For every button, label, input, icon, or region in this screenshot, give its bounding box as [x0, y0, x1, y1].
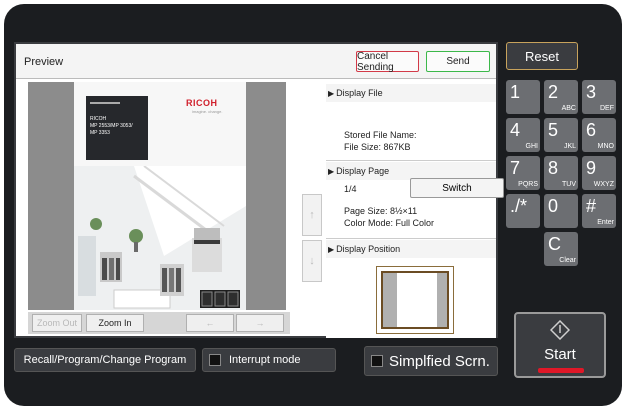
diamond-start-icon: [550, 320, 570, 340]
start-button[interactable]: Start: [514, 312, 606, 378]
display-position-frame[interactable]: [376, 266, 454, 334]
key-4[interactable]: 4 GHI: [506, 118, 540, 152]
key-digit: 0: [548, 196, 559, 216]
key-letters: Enter: [597, 219, 614, 226]
key-digit: 6: [586, 120, 597, 140]
key-letters: GHI: [525, 143, 538, 150]
cover-line: RICOH: [90, 116, 107, 122]
key-6[interactable]: 6 MNO: [582, 118, 616, 152]
key-digit: #: [586, 196, 597, 216]
next-page-button[interactable]: →: [236, 314, 284, 332]
ricoh-logo: RICOH: [186, 98, 218, 108]
moon-icon[interactable]: [596, 8, 616, 28]
key-letters: Clear: [559, 257, 576, 264]
file-size: File Size: 867KB: [344, 142, 411, 152]
key-9[interactable]: 9 WXYZ: [582, 156, 616, 190]
key-digit: 3: [586, 82, 597, 102]
document-page-image: RICOH MP 2553/MP 3053/ MP 3353 RICOH ima…: [74, 82, 246, 310]
zoom-in-button[interactable]: Zoom In: [86, 314, 144, 332]
simplified-screen-button[interactable]: Simplfied Scrn.: [364, 346, 498, 376]
key-digit: 8: [548, 158, 559, 178]
window-title: Preview: [24, 56, 64, 68]
cover-block: RICOH MP 2553/MP 3053/ MP 3353: [86, 96, 148, 160]
key-7[interactable]: 7 PQRS: [506, 156, 540, 190]
key-dot-star[interactable]: ./*: [506, 194, 540, 228]
key-digit: 5: [548, 120, 559, 140]
key-digit: 4: [510, 120, 521, 140]
preview-control-bar: Zoom Out Zoom In ← →: [28, 312, 290, 334]
position-indicator: [381, 271, 449, 329]
simplified-indicator-icon: [371, 355, 383, 367]
divider: [326, 160, 496, 161]
key-digit: 9: [586, 158, 597, 178]
key-clear[interactable]: C Clear: [544, 232, 578, 266]
key-digit: 1: [510, 82, 521, 102]
zoom-out-button[interactable]: Zoom Out: [32, 314, 82, 332]
key-digit: C: [548, 234, 561, 254]
display-page-label: Display Page: [336, 166, 390, 176]
scroll-arrows: ↑ ↓: [302, 194, 322, 286]
recall-program-button[interactable]: Recall/Program/Change Program: [14, 348, 196, 372]
key-8[interactable]: 8 TUV: [544, 156, 578, 190]
page-indicator: 1/4: [344, 184, 357, 194]
ricoh-tagline: imagine. change.: [192, 109, 223, 114]
switch-button[interactable]: Switch: [410, 178, 504, 198]
key-letters: ABC: [561, 105, 576, 112]
cancel-sending-button[interactable]: Cancel Sending: [356, 51, 419, 73]
divider: [326, 238, 496, 239]
key-3[interactable]: 3 DEF: [582, 80, 616, 114]
key-1[interactable]: 1: [506, 80, 540, 114]
key-hash-enter[interactable]: # Enter: [582, 194, 616, 228]
scroll-down-button[interactable]: ↓: [302, 240, 322, 282]
position-page-thumb: [397, 273, 437, 327]
key-0[interactable]: 0: [544, 194, 578, 228]
simplified-screen-label: Simplfied Scrn.: [389, 352, 490, 370]
key-letters: DEF: [600, 105, 614, 112]
page-size: Page Size: 8½×11: [344, 206, 418, 216]
key-letters: MNO: [597, 143, 614, 150]
interrupt-mode-button[interactable]: Interrupt mode: [202, 348, 336, 372]
color-mode: Color Mode: Full Color: [344, 218, 435, 228]
key-digit: 2: [548, 82, 559, 102]
interrupt-mode-label: Interrupt mode: [229, 354, 301, 366]
key-5[interactable]: 5 JKL: [544, 118, 578, 152]
key-digit: ./*: [510, 196, 528, 216]
start-red-indicator: [538, 368, 584, 373]
key-letters: JKL: [563, 143, 576, 150]
key-2[interactable]: 2 ABC: [544, 80, 578, 114]
key-letters: TUV: [562, 181, 576, 188]
display-file-header: ▶ Display File: [326, 84, 496, 102]
start-label: Start: [544, 346, 576, 363]
key-letters: WXYZ: [593, 181, 614, 188]
display-position-label: Display Position: [336, 244, 401, 254]
stored-file-name: Stored File Name:: [344, 130, 417, 140]
info-panel: ▶ Display File Stored File Name: File Siz…: [326, 82, 504, 338]
send-button[interactable]: Send: [426, 51, 490, 72]
key-digit: 7: [510, 158, 521, 178]
cover-line: MP 2553/MP 3053/: [90, 123, 133, 129]
scroll-up-button[interactable]: ↑: [302, 194, 322, 236]
interrupt-indicator-icon: [209, 354, 221, 366]
cover-line: MP 3353: [90, 130, 110, 136]
reset-button[interactable]: Reset: [506, 42, 578, 70]
display-file-label: Display File: [336, 88, 383, 98]
preview-screen: Preview Cancel Sending Send RICOH MP 255…: [14, 42, 504, 338]
display-position-header: ▶ Display Position: [326, 240, 496, 258]
key-letters: PQRS: [518, 181, 538, 188]
document-preview: RICOH MP 2553/MP 3053/ MP 3353 RICOH ima…: [28, 82, 286, 310]
previous-page-button[interactable]: ←: [186, 314, 234, 332]
title-bar: Preview Cancel Sending Send: [16, 44, 496, 79]
office-photo: [74, 166, 246, 310]
